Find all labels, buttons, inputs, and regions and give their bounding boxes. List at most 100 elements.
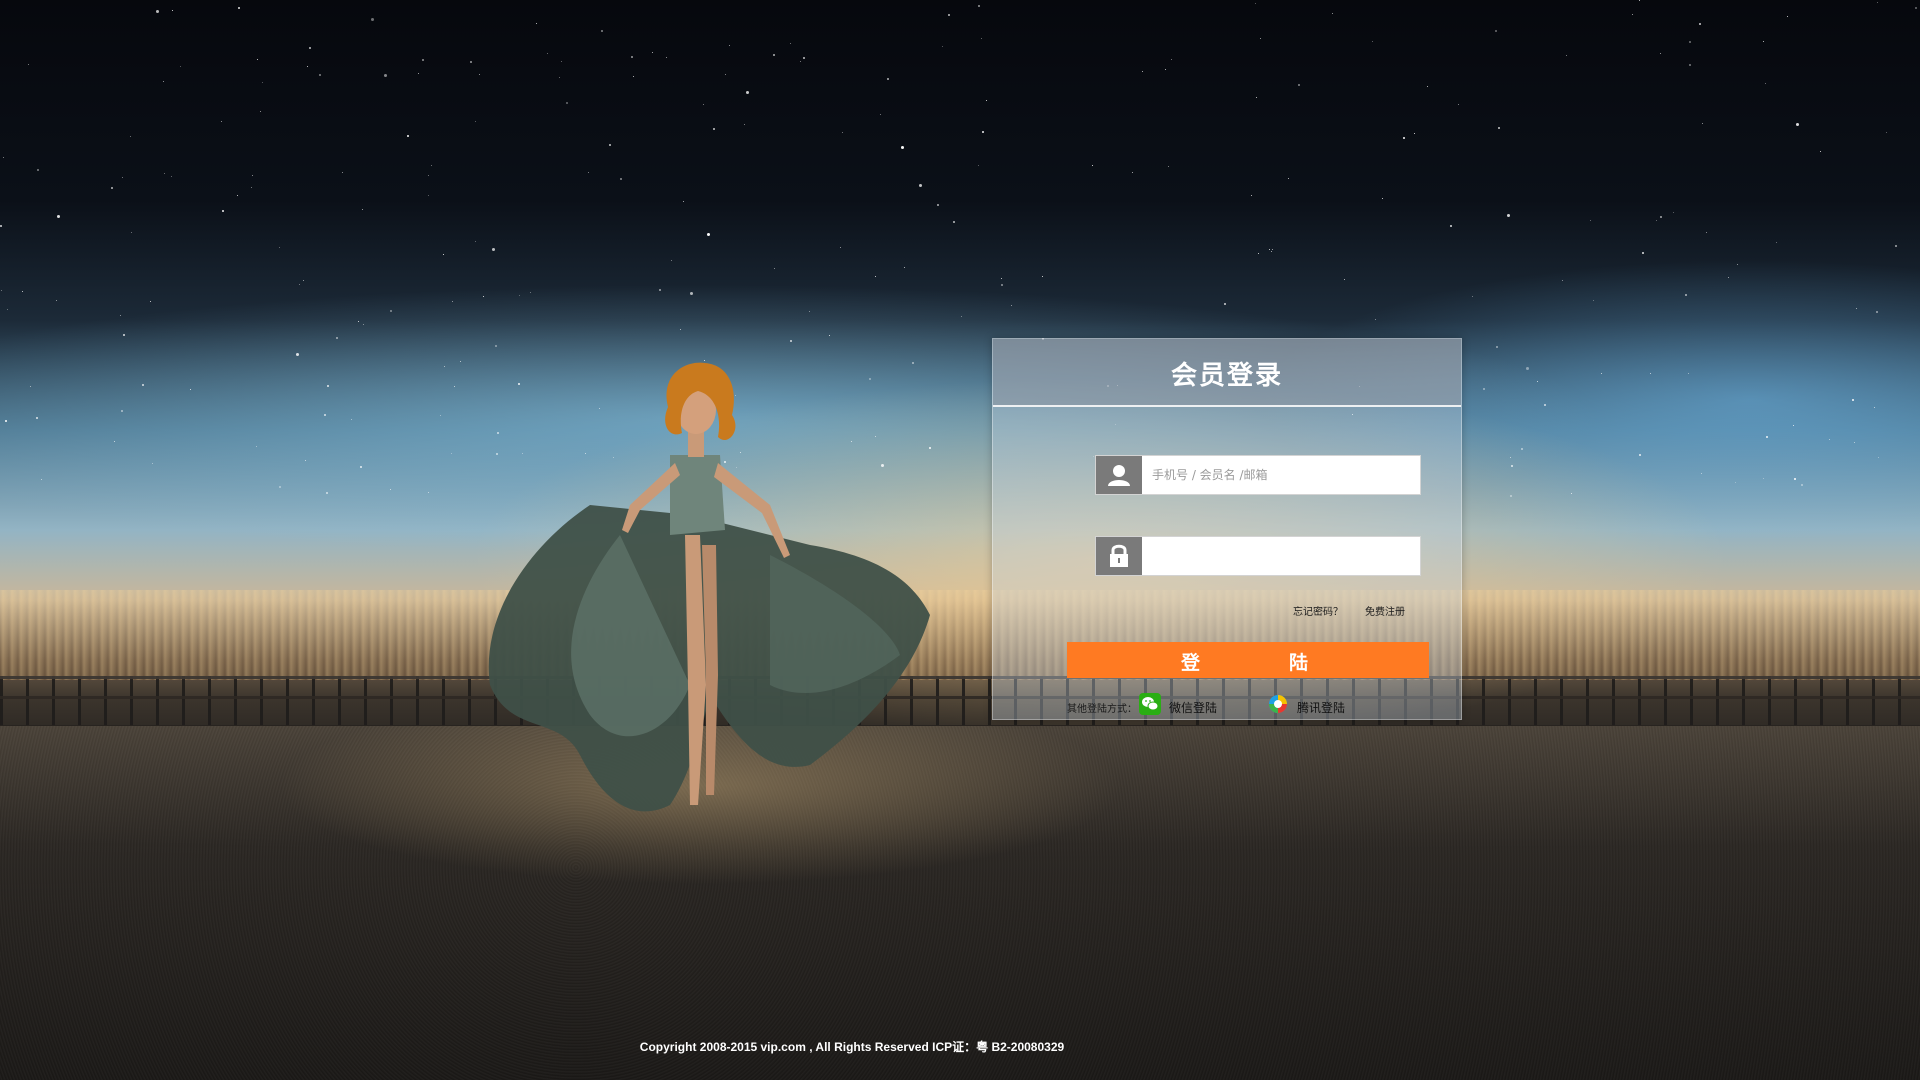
star: [1382, 198, 1383, 199]
star: [631, 56, 633, 58]
star: [30, 386, 31, 387]
star: [1701, 473, 1702, 474]
star: [680, 329, 681, 330]
star: [1472, 296, 1473, 297]
star: [324, 414, 326, 416]
star: [237, 195, 238, 196]
star: [1673, 212, 1674, 213]
tencent-login[interactable]: 腾讯登陆: [1267, 693, 1357, 717]
star: [407, 135, 409, 137]
star: [56, 300, 57, 301]
star: [803, 57, 805, 59]
star: [1915, 7, 1917, 9]
star: [1251, 195, 1252, 196]
star: [1639, 454, 1641, 456]
star: [299, 284, 300, 285]
star: [1260, 38, 1261, 39]
star: [1498, 127, 1500, 129]
star: [1537, 381, 1538, 382]
star: [252, 175, 253, 176]
forgot-password-link[interactable]: 忘记密码？: [1293, 603, 1343, 618]
star: [256, 446, 257, 447]
star: [671, 260, 672, 261]
star: [1271, 251, 1272, 252]
star: [351, 419, 352, 420]
star: [1511, 465, 1513, 467]
star: [1168, 166, 1169, 167]
register-link[interactable]: 免费注册: [1365, 603, 1405, 618]
other-login-label: 其他登陆方式：: [1067, 704, 1137, 715]
star: [1593, 300, 1594, 301]
star: [1877, 2, 1878, 3]
star: [536, 23, 537, 24]
password-input[interactable]: [1152, 537, 1412, 575]
star: [1765, 83, 1766, 84]
star: [1414, 133, 1415, 134]
star: [452, 301, 453, 302]
lock-icon: [1096, 537, 1142, 575]
star: [875, 276, 876, 277]
star: [1876, 311, 1878, 313]
star: [1332, 13, 1333, 14]
star: [1852, 399, 1854, 401]
star: [428, 195, 429, 196]
star: [561, 61, 562, 62]
star: [620, 178, 622, 180]
star: [1458, 104, 1459, 105]
star: [1224, 303, 1226, 305]
username-field[interactable]: [1095, 455, 1421, 495]
star: [418, 73, 419, 74]
star: [363, 324, 364, 325]
login-button-char-1: 登: [1181, 652, 1201, 674]
star: [746, 91, 749, 94]
login-panel: 会员登录 忘记密码？ 免费注册: [992, 338, 1462, 720]
username-input[interactable]: [1152, 456, 1412, 494]
star: [22, 291, 23, 292]
star: [1796, 123, 1799, 126]
star: [1737, 264, 1738, 265]
password-field[interactable]: [1095, 536, 1421, 576]
star: [296, 353, 299, 356]
star: [495, 345, 497, 347]
star: [57, 215, 60, 218]
star: [483, 296, 484, 297]
star: [460, 361, 461, 362]
star: [279, 247, 280, 248]
tencent-icon: [1267, 693, 1289, 715]
star: [319, 74, 321, 76]
star: [1298, 84, 1300, 86]
tencent-login-label: 腾讯登陆: [1297, 701, 1346, 715]
star: [1886, 132, 1887, 133]
star: [1001, 278, 1002, 279]
star: [305, 460, 306, 461]
star: [37, 169, 39, 171]
star: [953, 221, 955, 223]
star: [479, 74, 480, 75]
wechat-login[interactable]: 微信登陆: [1139, 693, 1229, 717]
star: [601, 30, 603, 32]
star: [725, 74, 726, 75]
star: [1288, 178, 1289, 179]
star: [156, 10, 159, 13]
star: [1793, 425, 1794, 426]
railing: [0, 676, 1920, 729]
star: [1642, 252, 1644, 254]
star: [362, 209, 363, 210]
star: [443, 254, 444, 255]
star: [180, 66, 181, 67]
star: [360, 466, 362, 468]
star: [260, 111, 261, 112]
star: [1794, 478, 1796, 480]
star: [1255, 3, 1256, 4]
star: [131, 232, 132, 233]
star: [904, 267, 905, 268]
star: [566, 102, 568, 104]
star: [41, 479, 42, 480]
star: [633, 76, 634, 77]
star: [690, 292, 693, 295]
star: [1763, 478, 1764, 479]
star: [609, 144, 611, 146]
star: [1660, 216, 1662, 218]
login-button[interactable]: 登 陆: [1067, 642, 1429, 678]
star: [1001, 284, 1003, 286]
